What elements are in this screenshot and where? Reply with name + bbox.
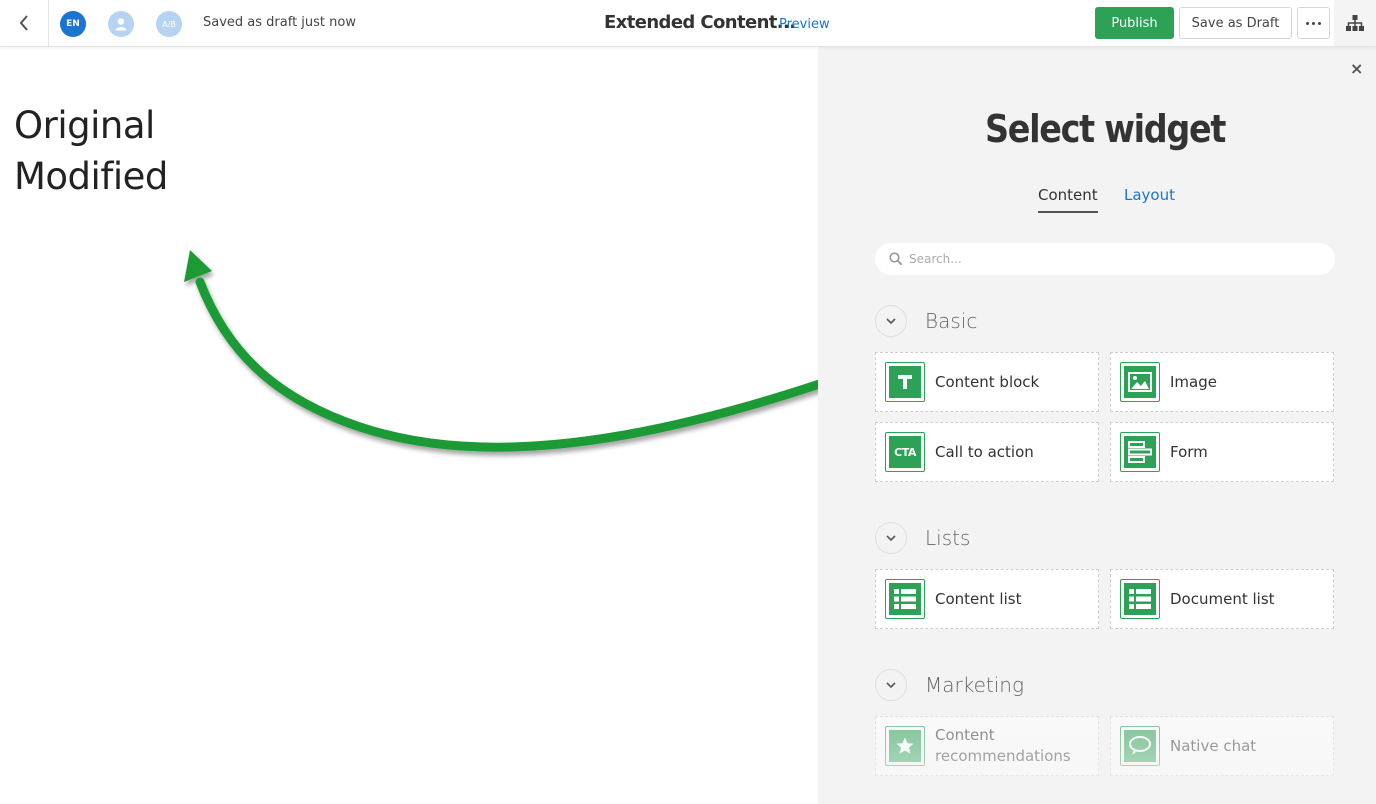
widget-call-to-action[interactable]: CTA Call to action — [875, 422, 1099, 482]
widget-label: Content list — [935, 589, 1022, 608]
group-label-marketing: Marketing — [925, 673, 1024, 697]
widget-label: Content block — [935, 372, 1040, 391]
save-as-draft-button[interactable]: Save as Draft — [1179, 7, 1292, 39]
chevron-left-icon — [19, 15, 28, 31]
widget-form[interactable]: Form — [1110, 422, 1334, 482]
chevron-down-icon — [875, 305, 907, 337]
widget-content-block[interactable]: Content block — [875, 352, 1099, 412]
draft-status: Saved as draft just now — [203, 15, 356, 30]
heading-original[interactable]: Original — [14, 104, 155, 147]
editor-canvas[interactable]: Original Modified — [0, 47, 818, 804]
page-title: Extended Content... — [604, 12, 796, 33]
widget-label: Native chat — [1170, 736, 1257, 755]
search-input[interactable] — [909, 252, 1309, 266]
widget-content-recommendations[interactable]: Content recommendations — [875, 716, 1099, 776]
sitemap-icon — [1346, 15, 1364, 31]
group-basic-toggle[interactable]: Basic — [875, 305, 977, 337]
language-badge[interactable]: EN — [60, 11, 86, 37]
widget-label: Document list — [1170, 589, 1275, 608]
form-icon — [1120, 432, 1160, 472]
tab-content[interactable]: Content — [1038, 186, 1098, 213]
heading-modified[interactable]: Modified — [14, 155, 168, 198]
ab-test-badge[interactable]: A/B — [156, 11, 182, 37]
chevron-down-icon — [875, 669, 907, 701]
group-marketing-toggle[interactable]: Marketing — [875, 669, 1024, 701]
widget-label: Form — [1170, 442, 1208, 461]
group-label-lists: Lists — [925, 526, 971, 550]
more-options-button[interactable] — [1297, 7, 1330, 39]
group-lists-toggle[interactable]: Lists — [875, 522, 970, 554]
search-icon — [889, 252, 903, 266]
star-icon — [885, 726, 925, 766]
image-icon — [1120, 362, 1160, 402]
widget-label: Image — [1170, 372, 1217, 391]
chevron-down-icon — [875, 522, 907, 554]
text-t-icon — [885, 362, 925, 402]
widget-document-list[interactable]: Document list — [1110, 569, 1334, 629]
publish-button[interactable]: Publish — [1095, 7, 1174, 39]
tab-layout[interactable]: Layout — [1124, 186, 1175, 204]
chat-bubble-icon — [1120, 726, 1160, 766]
preview-link[interactable]: Preview — [779, 17, 830, 32]
persona-button[interactable] — [108, 11, 134, 37]
user-icon — [115, 18, 127, 31]
sitemap-button[interactable] — [1334, 0, 1376, 46]
widget-label: Call to action — [935, 442, 1034, 461]
widget-panel: × Select widget Content Layout Basic Con… — [818, 47, 1376, 804]
widget-content-list[interactable]: Content list — [875, 569, 1099, 629]
close-panel-button[interactable]: × — [1350, 59, 1363, 78]
list-icon — [885, 579, 925, 619]
widget-image[interactable]: Image — [1110, 352, 1334, 412]
cta-icon: CTA — [885, 432, 925, 472]
list-icon — [1120, 579, 1160, 619]
more-dots-icon — [1306, 21, 1321, 25]
panel-title: Select widget — [984, 107, 1226, 151]
group-label-basic: Basic — [925, 309, 978, 333]
top-bar: EN A/B Saved as draft just now Extended … — [0, 0, 1376, 47]
widget-label: Content recommendations — [935, 726, 1071, 765]
widget-search[interactable] — [875, 243, 1335, 275]
widget-native-chat[interactable]: Native chat — [1110, 716, 1334, 776]
back-button[interactable] — [0, 0, 49, 46]
